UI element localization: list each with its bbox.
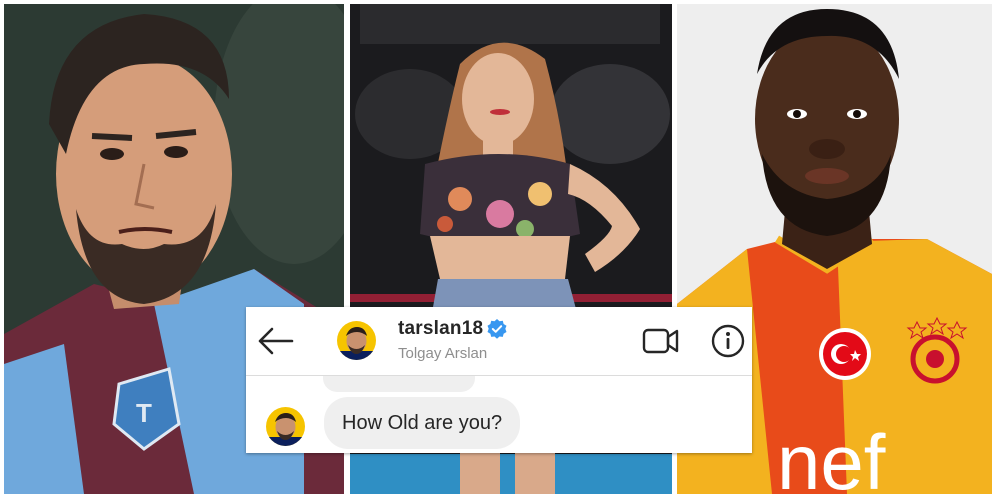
direct-message-card: tarslan18 Tolgay Arslan How Old are you? <box>246 307 752 453</box>
previous-message-bubble <box>323 376 475 392</box>
info-icon <box>711 324 745 358</box>
message-bubble[interactable]: How Old are you? <box>324 397 521 449</box>
sponsor-text: nef <box>777 418 886 494</box>
svg-text:T: T <box>136 398 152 428</box>
username[interactable]: tarslan18 <box>398 318 483 340</box>
turkey-flag-icon <box>819 328 871 380</box>
back-button[interactable] <box>256 323 296 359</box>
profile-picture <box>337 321 376 360</box>
avatar[interactable] <box>337 321 376 360</box>
arrow-left-icon <box>258 327 294 355</box>
sender-profile-picture <box>266 407 305 446</box>
dm-header: tarslan18 Tolgay Arslan <box>246 307 752 376</box>
video-camera-icon <box>642 328 679 354</box>
video-call-button[interactable] <box>642 325 680 357</box>
verified-badge-icon <box>487 319 507 339</box>
full-name: Tolgay Arslan <box>398 345 488 362</box>
sender-avatar[interactable] <box>266 407 305 446</box>
info-button[interactable] <box>710 323 746 359</box>
